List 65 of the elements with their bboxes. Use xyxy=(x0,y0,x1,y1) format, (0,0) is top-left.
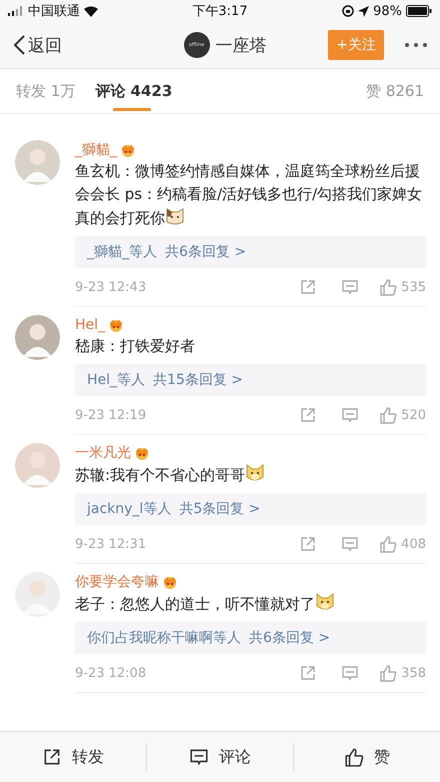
like-button[interactable]: 408 xyxy=(379,534,426,554)
battery-percent: 98% xyxy=(373,4,402,18)
wifi-icon xyxy=(84,6,98,16)
follow-button[interactable]: +关注 xyxy=(328,30,384,60)
crown-badge-icon xyxy=(108,318,124,332)
thumbs-up-icon xyxy=(379,278,398,296)
comment-time: 9-23 12:08 xyxy=(75,666,148,680)
back-button[interactable]: 返回 xyxy=(12,34,122,56)
dog-emoji-icon xyxy=(315,592,335,612)
comment-time: 9-23 12:31 xyxy=(75,536,148,552)
share-icon[interactable] xyxy=(299,664,318,682)
comment-text: 嵇康：打铁爱好者 xyxy=(75,336,196,357)
comment-text: 老子：忽悠人的道士，听不懂就对了 xyxy=(75,592,426,616)
back-chevron-icon xyxy=(12,34,26,56)
thumbs-up-icon xyxy=(379,664,398,682)
action-button[interactable]: 赞 xyxy=(294,743,440,771)
comment-icon[interactable] xyxy=(341,664,360,682)
user-name[interactable]: 一米凡光 xyxy=(75,444,131,462)
tab[interactable]: 转发 1万 xyxy=(16,70,76,112)
replies-link[interactable]: jackny_l等人 共5条回复 > xyxy=(75,493,426,525)
user-name[interactable]: _獅貓_ xyxy=(75,141,117,159)
comment-text: 苏辙:我有个不省心的哥哥 xyxy=(75,463,426,487)
signal-icon xyxy=(8,6,24,16)
avatar[interactable] xyxy=(15,315,60,360)
tab[interactable]: 评论 4423 xyxy=(95,70,172,112)
user-name[interactable]: Hel_ xyxy=(75,317,106,333)
like-button[interactable]: 520 xyxy=(379,406,426,424)
user-name[interactable]: 你要学会夸嘛 xyxy=(75,573,159,591)
avatar[interactable] xyxy=(15,572,60,617)
share-icon[interactable] xyxy=(299,278,318,296)
share-icon xyxy=(42,747,62,767)
cat-emoji-icon xyxy=(165,206,185,226)
carrier-name: 中国联通 xyxy=(28,3,80,20)
location-icon xyxy=(358,6,370,16)
comment-icon xyxy=(189,747,209,767)
action-button[interactable]: 评论 xyxy=(147,743,294,771)
thumbs-up-icon xyxy=(344,747,364,767)
share-icon[interactable] xyxy=(299,406,318,424)
replies-link[interactable]: 你们占我昵称干嘛啊等人 共6条回复 > xyxy=(75,622,426,654)
comment-time: 9-23 12:19 xyxy=(75,408,148,422)
lock-rotation-icon xyxy=(342,5,354,17)
dog-emoji-icon xyxy=(245,463,266,483)
comment-text: 鱼玄机：微博签约情感自媒体，温庭筠全球粉丝后援会会长 ps：约稿看脸/活好钱多也行/勾搭我们家婢女真的会打死你 xyxy=(75,161,424,229)
comment-icon[interactable] xyxy=(341,535,360,553)
page-title: 一座塔 xyxy=(216,34,267,56)
crown-badge-icon xyxy=(120,143,136,157)
battery-icon xyxy=(406,5,432,17)
comment-time: 9-23 12:43 xyxy=(75,280,148,294)
thumbs-up-icon xyxy=(379,534,398,554)
comment-icon[interactable] xyxy=(341,406,360,424)
thumbs-up-icon xyxy=(379,406,398,424)
action-button[interactable]: 转发 xyxy=(0,743,147,771)
replies-link[interactable]: Hel_等人 共15条回复 > xyxy=(75,364,426,396)
avatar[interactable] xyxy=(15,140,60,185)
likes-count[interactable]: 赞 8261 xyxy=(366,82,424,100)
share-icon[interactable] xyxy=(299,535,318,553)
like-button[interactable]: 358 xyxy=(379,664,426,682)
avatar[interactable] xyxy=(15,443,60,488)
crown-badge-icon xyxy=(134,446,150,460)
replies-link[interactable]: _獅貓_等人 共6条回复 > xyxy=(75,236,426,268)
like-button[interactable]: 535 xyxy=(379,278,426,296)
clock: 下午3:17 xyxy=(192,3,248,20)
more-icon[interactable] xyxy=(404,42,428,48)
crown-badge-icon xyxy=(162,575,178,589)
comment-icon[interactable] xyxy=(341,278,360,296)
